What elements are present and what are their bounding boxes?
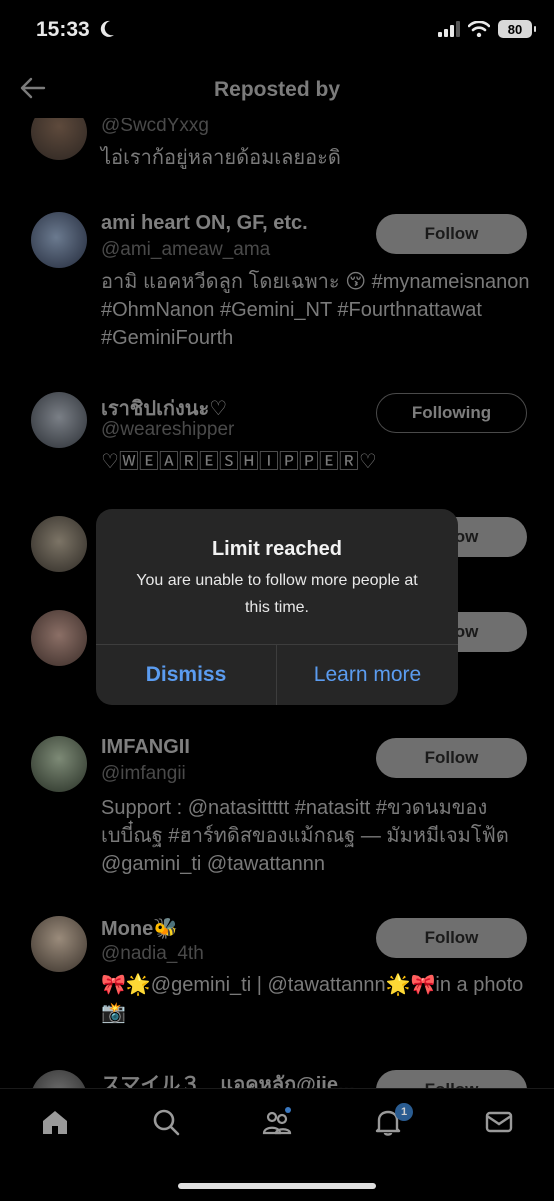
alert-message: You are unable to follow more people at … (136, 572, 418, 616)
avatar[interactable] (31, 212, 87, 268)
user-handle: @imfangii (101, 763, 186, 784)
avatar[interactable] (31, 516, 87, 572)
user-handle: @weareshipper (101, 419, 235, 440)
communities-icon[interactable] (262, 1107, 292, 1137)
notification-badge: 1 (395, 1103, 413, 1121)
user-bio: ไอ่เราก้อยู่หลายด้อมเลยอะดิ (101, 147, 341, 169)
avatar[interactable] (31, 736, 87, 792)
following-button[interactable]: Following (376, 393, 527, 433)
moon-icon (100, 20, 114, 37)
user-handle: @ami_ameaw_ama (101, 239, 271, 260)
messages-icon[interactable] (484, 1107, 514, 1137)
avatar[interactable] (31, 1070, 87, 1088)
avatar[interactable] (31, 392, 87, 448)
alert-title: Limit reached (211, 538, 343, 560)
user-bio: ♡🅆🄴🄰🅁🄴🅂🄷🄸🄿🄿🄴🅁♡ (101, 451, 377, 473)
learn-more-button[interactable]: Learn more (277, 645, 458, 705)
avatar[interactable] (31, 916, 87, 972)
user-bio: Support : @natasittttt #natasitt #ขวดนมข… (101, 797, 509, 875)
page-title: Reposted by (213, 78, 341, 101)
dismiss-button[interactable]: Dismiss (96, 645, 276, 705)
user-name: Mone🐝 (101, 918, 179, 940)
system-icons: 80 (438, 20, 536, 38)
user-bio: 🎀🌟@gemini_ti | @tawattannn🌟🎀in a photo📸 (101, 974, 524, 1024)
status-time: 15:33 (36, 18, 90, 41)
battery-indicator: 80 (498, 20, 536, 38)
user-handle: @nadia_4th (101, 943, 204, 964)
follow-button[interactable]: Follow (376, 918, 527, 958)
follow-button[interactable]: Follow (376, 214, 527, 254)
user-name: ami heart ON, GF, etc. (101, 212, 308, 234)
user-bio: อามิ แอคหวีดลูก โดยเฉพาะ 😚 #mynameisnano… (101, 271, 530, 349)
limit-alert-dialog: Limit reached You are unable to follow m… (96, 509, 458, 705)
user-name: スマイル３ แอคหลัก@iie... (101, 1074, 355, 1088)
follow-button[interactable]: Follow (376, 738, 527, 778)
avatar[interactable] (31, 610, 87, 666)
home-icon[interactable] (40, 1107, 70, 1137)
signal-icon (438, 21, 460, 37)
avatar[interactable] (31, 118, 87, 160)
home-indicator (178, 1183, 376, 1189)
user-handle: @SwcdYxxg (101, 118, 209, 136)
status-bar: 15:33 80 (0, 0, 554, 60)
search-icon[interactable] (151, 1107, 181, 1137)
header: Reposted by (0, 60, 554, 118)
wifi-icon (468, 21, 490, 37)
follow-button[interactable]: Follow (376, 1070, 527, 1088)
user-name: IMFANGII (101, 736, 190, 758)
